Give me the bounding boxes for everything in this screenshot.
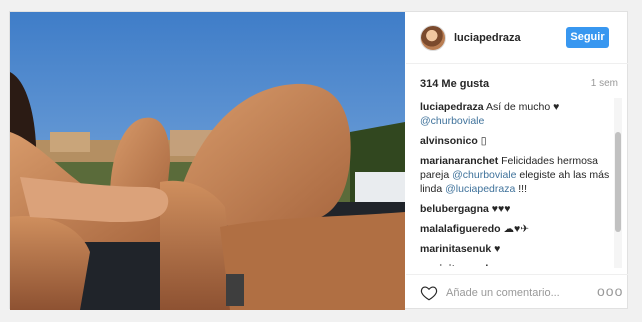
- comment-username[interactable]: malalafigueredo: [420, 223, 501, 235]
- comment-text: ♥♥♥♥♥♥♥♥♥♥....: [494, 263, 568, 266]
- comment-item: malalafigueredo ☁♥✈: [420, 222, 610, 236]
- comment-text: ♥: [494, 243, 501, 255]
- comments-scrollbar[interactable]: [614, 98, 622, 268]
- comment-item: marinitasenuk ♥: [420, 242, 610, 256]
- comment-list: luciapedraza Así de mucho ♥ @churboviale…: [420, 100, 610, 266]
- post-footer: ooo: [406, 274, 628, 310]
- username-link[interactable]: luciapedraza: [454, 32, 521, 44]
- comment-username[interactable]: marianaranchet: [420, 155, 498, 167]
- comment-text: ▯: [480, 135, 487, 147]
- heart-icon[interactable]: [420, 284, 438, 302]
- comment-item: belubergagna ♥♥♥: [420, 202, 610, 216]
- comment-mention-link[interactable]: @churboviale: [452, 169, 516, 181]
- comment-mention-link[interactable]: @luciapedraza: [445, 183, 515, 195]
- post-photo[interactable]: [10, 12, 405, 310]
- comment-username[interactable]: luciapedraza: [420, 101, 484, 113]
- avatar[interactable]: [420, 25, 446, 51]
- comment-mention-link[interactable]: @churboviale: [420, 115, 484, 127]
- scrollbar-thumb[interactable]: [615, 132, 621, 232]
- instagram-post: luciapedraza Seguir 314 Me gusta 1 sem l…: [9, 11, 628, 310]
- more-options-icon[interactable]: ooo: [597, 284, 623, 298]
- beach-legs-photo-icon: [10, 12, 405, 310]
- post-time[interactable]: 1 sem: [591, 78, 618, 89]
- comment-item: alvinsonico ▯: [420, 134, 610, 148]
- comment-username[interactable]: belubergagna: [420, 203, 489, 215]
- comment-username[interactable]: alvinsonico: [420, 135, 478, 147]
- comment-text: Así de mucho ♥: [485, 101, 560, 113]
- comment-text: ♥♥♥: [491, 203, 511, 215]
- post-header: luciapedraza Seguir: [406, 12, 628, 64]
- comment-username[interactable]: marinitasenuk: [420, 243, 491, 255]
- comment-item: luciapedraza Así de mucho ♥ @churboviale: [420, 100, 610, 128]
- comment-item: marianaranchet Felicidades hermosa parej…: [420, 154, 610, 196]
- comment-input[interactable]: [446, 283, 586, 303]
- post-sidebar: luciapedraza Seguir 314 Me gusta 1 sem l…: [406, 12, 628, 310]
- comment-text: !!!: [515, 183, 527, 195]
- comment-text: ☁♥✈: [503, 223, 529, 235]
- follow-button[interactable]: Seguir: [566, 27, 609, 48]
- likes-count[interactable]: 314 Me gusta: [420, 78, 489, 90]
- comment-username[interactable]: marinitasenuk: [420, 263, 491, 266]
- comment-item: marinitasenuk ♥♥♥♥♥♥♥♥♥♥....: [420, 262, 610, 266]
- post-meta: 314 Me gusta 1 sem: [420, 76, 618, 92]
